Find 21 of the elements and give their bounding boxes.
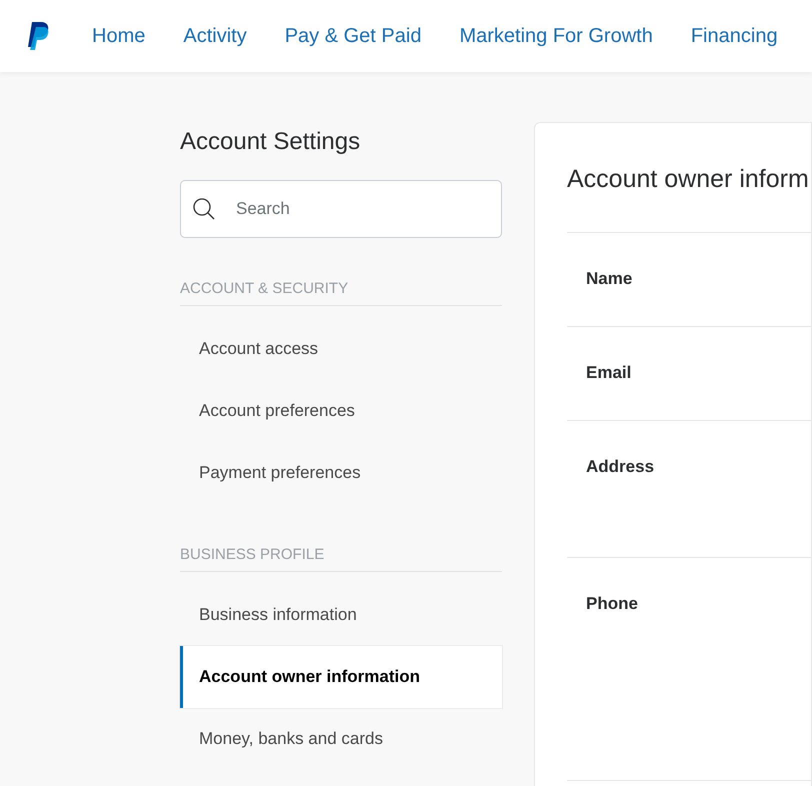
card-title: Account owner inform bbox=[567, 165, 810, 194]
field-label: Name bbox=[586, 269, 632, 289]
sidebar-title: Account Settings bbox=[180, 128, 362, 156]
nav-link[interactable]: Financing bbox=[690, 24, 778, 48]
field-label: Phone bbox=[586, 594, 638, 614]
sidebar-item[interactable]: Account access bbox=[180, 318, 502, 380]
sidebar-item[interactable]: Money, banks and cards bbox=[180, 708, 502, 770]
sidebar-item[interactable]: Payment preferences bbox=[180, 442, 502, 504]
sidebar-item[interactable]: Business information bbox=[180, 584, 502, 646]
section-heading: BUSINESS PROFILE bbox=[180, 504, 502, 572]
search-field[interactable]: Search bbox=[180, 180, 502, 238]
sidebar-item[interactable]: Account preferences bbox=[180, 380, 502, 442]
nav-link[interactable]: Pay & Get Paid bbox=[284, 24, 422, 48]
field-label: Email bbox=[586, 363, 632, 383]
field-label: Address bbox=[586, 457, 654, 477]
sidebar-item[interactable]: Account owner information bbox=[180, 646, 502, 708]
nav-link[interactable]: Activity bbox=[183, 24, 247, 48]
nav-link[interactable]: Marketing For Growth bbox=[459, 24, 653, 48]
search-icon bbox=[192, 197, 216, 221]
nav-link[interactable]: Home bbox=[92, 24, 146, 48]
section-heading: ACCOUNT & SECURITY bbox=[180, 238, 502, 306]
